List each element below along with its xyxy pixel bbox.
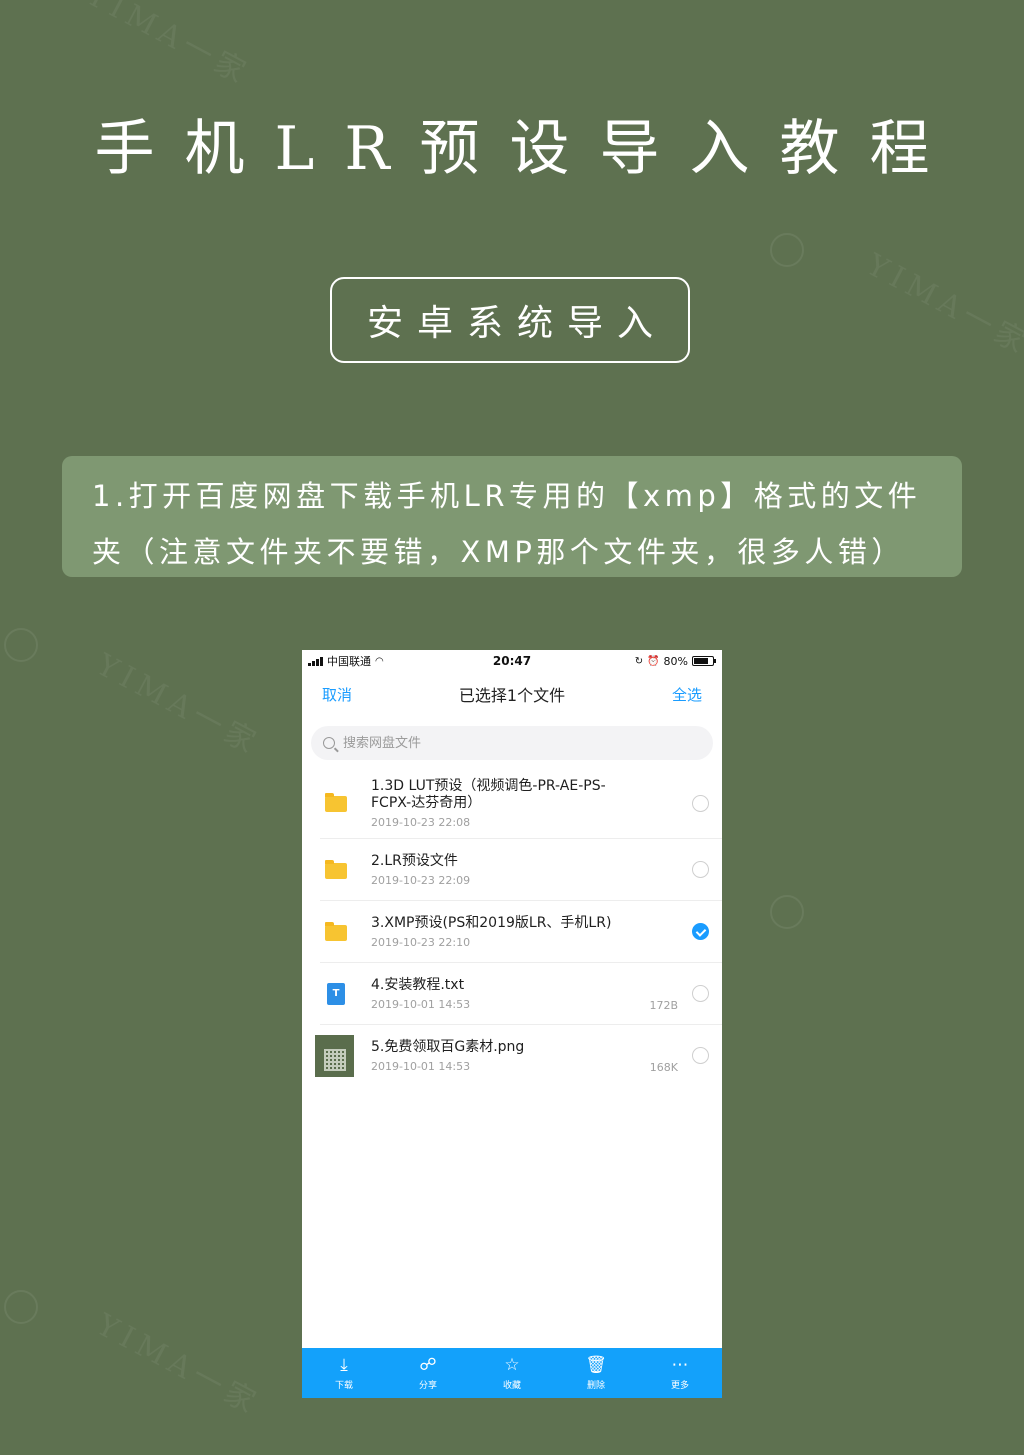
nav-bar: 取消 已选择1个文件 全选 xyxy=(302,672,722,716)
file-name: 3.XMP预设(PS和2019版LR、手机LR) xyxy=(371,914,612,931)
file-name: 2.LR预设文件 xyxy=(371,852,458,869)
file-date: 2019-10-23 22:09 xyxy=(371,873,471,887)
more-icon: ⋯ xyxy=(671,1355,689,1375)
folder-icon xyxy=(325,859,347,879)
nav-title: 已选择1个文件 xyxy=(458,686,566,705)
watermark-badge-icon xyxy=(770,233,804,267)
download-icon: ⤓ xyxy=(340,1355,348,1375)
select-radio[interactable] xyxy=(692,861,709,878)
watermark-text: YIMA一家 xyxy=(90,1307,267,1423)
text-file-icon: T xyxy=(327,982,345,1005)
favorite-button[interactable]: ☆ 收藏 xyxy=(482,1355,542,1391)
image-thumbnail xyxy=(315,1034,354,1077)
search-input[interactable] xyxy=(341,734,645,752)
watermark-badge-icon xyxy=(4,628,38,662)
section-label: 安卓系统导入 xyxy=(330,277,690,363)
file-date: 2019-10-23 22:08 xyxy=(371,815,471,829)
file-name: 5.免费领取百G素材.png xyxy=(371,1038,525,1055)
cancel-button[interactable]: 取消 xyxy=(322,684,352,705)
share-label: 分享 xyxy=(418,1381,437,1391)
list-item[interactable]: 5.免费领取百G素材.png 2019-10-01 14:53 168K xyxy=(315,1025,722,1086)
watermark-text: YIMA一家 xyxy=(860,247,1024,363)
page-title: 手机LR预设导入教程 xyxy=(94,114,960,184)
select-all-button[interactable]: 全选 xyxy=(672,684,702,705)
watermark-text: YIMA一家 xyxy=(80,0,257,93)
star-icon: ☆ xyxy=(504,1355,520,1375)
share-icon: ☍ xyxy=(419,1355,437,1375)
folder-icon xyxy=(325,921,347,941)
select-radio[interactable] xyxy=(692,1047,709,1064)
select-radio[interactable] xyxy=(692,794,709,812)
phone-screenshot: 中国联通 ◠ 20:47 ↻ ⏰ 80% 取消 已选择1个文件 全选 1.3D … xyxy=(302,650,722,1398)
select-radio-checked[interactable] xyxy=(692,923,709,940)
list-item[interactable]: 1.3D LUT预设（视频调色-PR-AE-PS-FCPX-达芬奇用） 2019… xyxy=(320,768,722,839)
share-button[interactable]: ☍ 分享 xyxy=(398,1355,458,1391)
instruction-text: 1.打开百度网盘下载手机LR专用的【xmp】格式的文件夹（注意文件夹不要错，XM… xyxy=(62,456,962,577)
download-button[interactable]: ⤓ 下载 xyxy=(314,1355,374,1391)
file-name: 1.3D LUT预设（视频调色-PR-AE-PS-FCPX-达芬奇用） xyxy=(371,777,606,811)
select-radio[interactable] xyxy=(692,985,709,1002)
qr-code-icon xyxy=(323,1048,346,1071)
status-time: 20:47 xyxy=(492,654,532,668)
delete-button[interactable]: 🗑 删除 xyxy=(566,1355,626,1391)
more-label: 更多 xyxy=(670,1381,689,1391)
battery-icon xyxy=(692,656,716,666)
file-date: 2019-10-23 22:10 xyxy=(371,935,471,949)
file-size: 168K xyxy=(649,1061,678,1074)
delete-label: 删除 xyxy=(586,1381,605,1391)
status-bar: 中国联通 ◠ 20:47 ↻ ⏰ 80% xyxy=(302,650,722,672)
more-button[interactable]: ⋯ 更多 xyxy=(650,1355,710,1391)
list-item[interactable]: T 4.安装教程.txt 2019-10-01 14:53 172B xyxy=(320,963,722,1025)
trash-icon: 🗑 xyxy=(585,1355,607,1375)
watermark-badge-icon xyxy=(770,895,804,929)
watermark-text: YIMA一家 xyxy=(90,647,267,763)
file-size: 172B xyxy=(649,999,678,1012)
favorite-label: 收藏 xyxy=(502,1381,521,1391)
download-label: 下载 xyxy=(334,1381,353,1391)
list-item[interactable]: 2.LR预设文件 2019-10-23 22:09 xyxy=(320,839,722,901)
bottom-toolbar: ⤓ 下载 ☍ 分享 ☆ 收藏 🗑 删除 ⋯ 更多 xyxy=(302,1348,722,1398)
search-bar[interactable] xyxy=(311,726,713,760)
file-name: 4.安装教程.txt xyxy=(371,976,465,993)
watermark-badge-icon xyxy=(4,1290,38,1324)
search-icon xyxy=(323,737,335,749)
list-item[interactable]: 3.XMP预设(PS和2019版LR、手机LR) 2019-10-23 22:1… xyxy=(320,901,722,963)
file-list: 1.3D LUT预设（视频调色-PR-AE-PS-FCPX-达芬奇用） 2019… xyxy=(302,768,722,1086)
folder-icon xyxy=(325,793,347,812)
